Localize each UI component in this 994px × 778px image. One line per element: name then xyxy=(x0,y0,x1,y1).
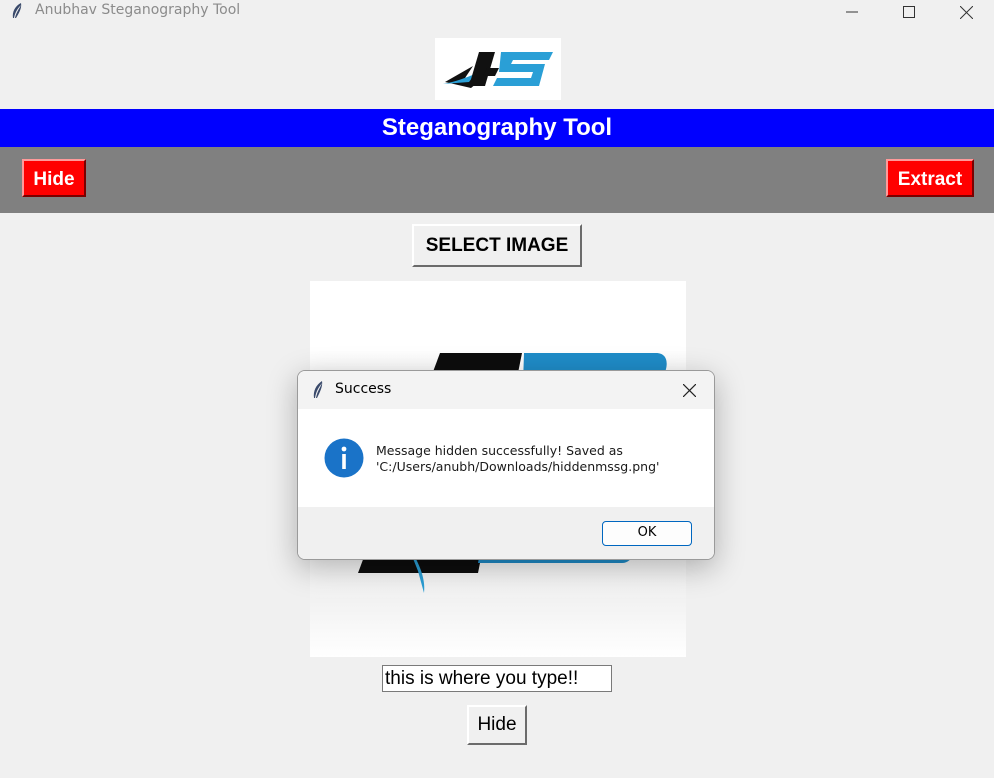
maximize-button[interactable] xyxy=(880,0,938,24)
extract-mode-button[interactable]: Extract xyxy=(886,159,974,197)
dialog-message-line1: Message hidden successfully! Saved as xyxy=(376,443,623,458)
message-input[interactable]: this is where you type!! xyxy=(382,665,612,692)
dialog-title: Success xyxy=(335,381,392,397)
feather-icon xyxy=(12,3,22,18)
close-icon xyxy=(682,383,696,397)
dialog-close-button[interactable] xyxy=(678,379,700,401)
minimize-button[interactable] xyxy=(823,0,881,24)
dialog-message: Message hidden successfully! Saved as 'C… xyxy=(376,443,659,475)
close-button[interactable] xyxy=(937,0,994,24)
maximize-icon xyxy=(903,6,915,18)
minimize-icon xyxy=(846,11,858,13)
ok-button[interactable]: OK xyxy=(602,521,692,546)
dialog-message-line2: 'C:/Users/anubh/Downloads/hiddenmssg.png… xyxy=(376,459,660,474)
window-titlebar: Anubhav Steganography Tool xyxy=(0,0,994,24)
window-title: Anubhav Steganography Tool xyxy=(35,2,241,18)
info-icon xyxy=(324,438,364,478)
page-title: Steganography Tool xyxy=(0,109,994,147)
header-logo xyxy=(435,38,561,100)
feather-icon xyxy=(313,381,323,398)
hide-message-button[interactable]: Hide xyxy=(467,705,527,745)
as-logo-graphic xyxy=(443,52,553,88)
toolbar: Hide Extract xyxy=(0,147,994,213)
dialog-titlebar: Success xyxy=(298,371,714,409)
select-image-button[interactable]: SELECT IMAGE xyxy=(412,224,582,267)
hide-mode-button[interactable]: Hide xyxy=(22,159,86,197)
success-dialog: Success Message hidden successfully! Sav… xyxy=(297,370,715,560)
close-icon xyxy=(959,5,973,19)
